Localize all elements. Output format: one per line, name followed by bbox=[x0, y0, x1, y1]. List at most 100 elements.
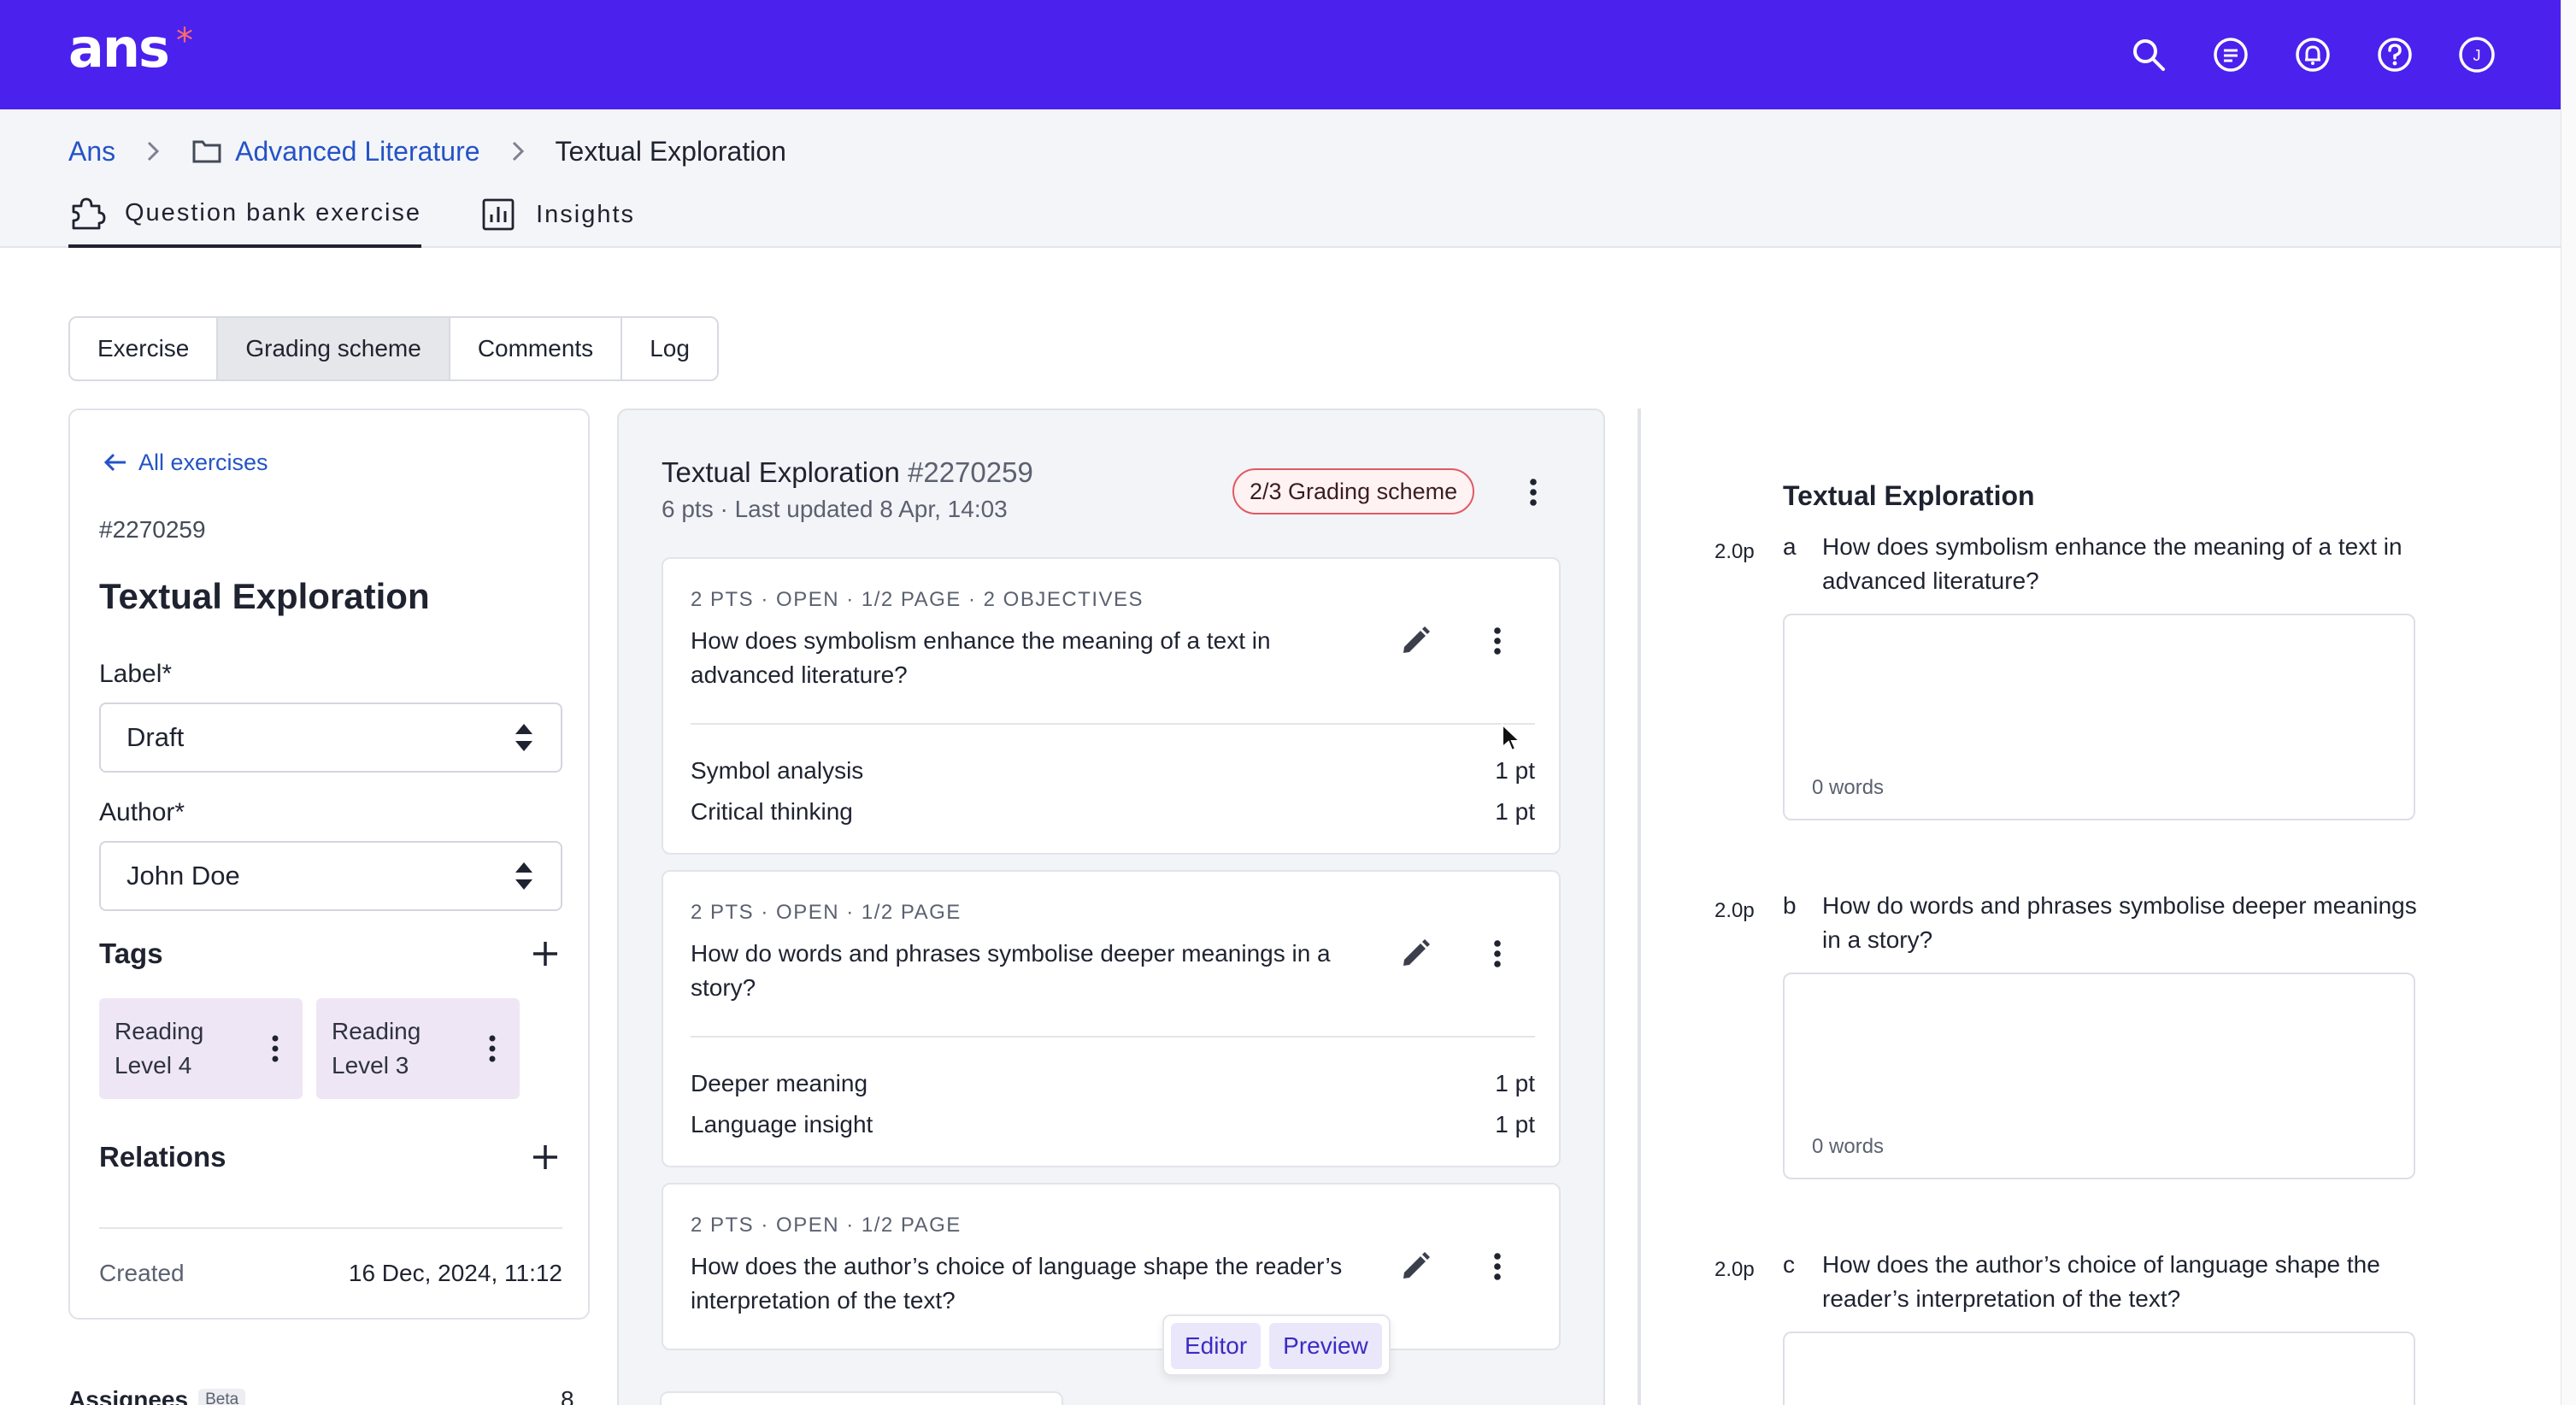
add-tag-plus-icon[interactable] bbox=[528, 937, 562, 971]
preview-question-text: How does symbolism enhance the meaning o… bbox=[1822, 533, 2403, 594]
notifications-icon[interactable] bbox=[2292, 34, 2333, 75]
arrow-left-icon bbox=[101, 448, 138, 477]
preview-question-text: How does the author’s choice of language… bbox=[1822, 1251, 2380, 1312]
objective-points: 1 pt bbox=[1495, 798, 1535, 825]
tab-question-bank-exercise[interactable]: Question bank exercise bbox=[68, 188, 422, 248]
author-select-value: John Doe bbox=[126, 861, 240, 891]
folder-icon bbox=[191, 135, 223, 168]
divider bbox=[691, 1036, 1535, 1038]
tab-exercise[interactable]: Exercise bbox=[70, 318, 219, 379]
bar-chart-icon bbox=[479, 196, 536, 233]
app-logo[interactable]: ans bbox=[68, 22, 170, 75]
answer-textbox[interactable]: 0 words bbox=[1783, 614, 2415, 820]
editor-preview-toggle: Editor Preview bbox=[1162, 1314, 1391, 1376]
preview-button[interactable]: Preview bbox=[1269, 1323, 1382, 1369]
kebab-menu-icon[interactable] bbox=[267, 1030, 284, 1067]
question-text: How does symbolism enhance the meaning o… bbox=[691, 627, 1271, 688]
objective-row: Critical thinking 1 pt bbox=[691, 798, 1535, 826]
objective-row: Symbol analysis 1 pt bbox=[691, 757, 1535, 785]
tab-grading-scheme[interactable]: Grading scheme bbox=[218, 318, 450, 379]
preview-points: 2.0p bbox=[1714, 540, 1755, 563]
question-card[interactable]: 2 PTS · OPEN · 1/2 PAGE · 2 OBJECTIVES H… bbox=[662, 557, 1561, 855]
tab-label: Insights bbox=[536, 200, 636, 228]
tag-label: Reading Level 3 bbox=[332, 1014, 460, 1083]
panel-title-text: Textual Exploration bbox=[662, 456, 900, 488]
kebab-menu-icon[interactable] bbox=[1487, 622, 1508, 660]
objective-points: 1 pt bbox=[1495, 1070, 1535, 1096]
relations-heading: Relations bbox=[99, 1141, 226, 1173]
breadcrumb: Ans Advanced Literature Textual Explorat… bbox=[68, 130, 786, 173]
avatar-initial: J bbox=[2473, 47, 2481, 64]
add-question-card-partial[interactable] bbox=[660, 1391, 1063, 1405]
grading-scheme-badge[interactable]: 2/3 Grading scheme bbox=[1232, 468, 1475, 514]
user-avatar-icon[interactable]: J bbox=[2456, 34, 2497, 75]
question-card[interactable]: 2 PTS · OPEN · 1/2 PAGE How do words and… bbox=[662, 870, 1561, 1167]
tag-chip[interactable]: Reading Level 3 bbox=[316, 998, 520, 1099]
back-to-all-exercises-link[interactable]: All exercises bbox=[101, 448, 268, 477]
divider bbox=[99, 1227, 562, 1229]
kebab-menu-icon[interactable] bbox=[484, 1030, 501, 1067]
pencil-edit-icon[interactable] bbox=[1397, 935, 1434, 973]
beta-badge: Beta bbox=[198, 1389, 246, 1405]
tag-chip[interactable]: Reading Level 4 bbox=[99, 998, 303, 1099]
pencil-edit-icon[interactable] bbox=[1397, 622, 1434, 660]
mouse-cursor-icon bbox=[1501, 723, 1521, 754]
tab-log[interactable]: Log bbox=[622, 318, 717, 379]
question-card[interactable]: 2 PTS · OPEN · 1/2 PAGE How does the aut… bbox=[662, 1183, 1561, 1350]
author-select[interactable]: John Doe bbox=[99, 841, 562, 911]
tags-header: Tags bbox=[99, 937, 562, 971]
question-meta: 2 PTS · OPEN · 1/2 PAGE bbox=[691, 901, 962, 924]
page-scrollbar[interactable] bbox=[2561, 0, 2576, 1405]
breadcrumb-current: Textual Exploration bbox=[555, 135, 786, 167]
answer-textbox[interactable] bbox=[1783, 1332, 2415, 1405]
label-select-value: Draft bbox=[126, 722, 185, 752]
tag-label-line: Reading bbox=[332, 1018, 421, 1044]
label-field-label: Label* bbox=[99, 660, 173, 688]
preview-letter: c bbox=[1783, 1251, 1795, 1278]
answer-textbox[interactable]: 0 words bbox=[1783, 973, 2415, 1179]
help-icon[interactable] bbox=[2374, 34, 2415, 75]
relations-header: Relations bbox=[99, 1140, 562, 1174]
chevron-right-icon bbox=[501, 134, 535, 168]
top-bar: ans * J bbox=[0, 0, 2561, 109]
kebab-menu-icon[interactable] bbox=[1523, 473, 1544, 511]
panel-title: Textual Exploration #2270259 bbox=[662, 456, 1033, 489]
preview-points: 2.0p bbox=[1714, 1258, 1755, 1281]
label-select[interactable]: Draft bbox=[99, 702, 562, 773]
tab-label: Question bank exercise bbox=[125, 198, 422, 226]
tab-insights[interactable]: Insights bbox=[479, 188, 635, 248]
tag-label-line: Reading bbox=[115, 1018, 204, 1044]
add-relation-plus-icon[interactable] bbox=[528, 1140, 562, 1174]
preview-points: 2.0p bbox=[1714, 899, 1755, 922]
objective-row: Language insight 1 pt bbox=[691, 1111, 1535, 1138]
objective-points: 1 pt bbox=[1495, 757, 1535, 784]
breadcrumb-root[interactable]: Ans bbox=[68, 136, 115, 168]
sort-arrows-icon bbox=[513, 720, 535, 755]
tab-comments[interactable]: Comments bbox=[450, 318, 623, 379]
grading-scheme-panel: Textual Exploration #2270259 6 pts · Las… bbox=[617, 409, 1605, 1405]
kebab-menu-icon[interactable] bbox=[1487, 935, 1508, 973]
editor-button[interactable]: Editor bbox=[1171, 1323, 1262, 1369]
question-text: How does the author’s choice of language… bbox=[691, 1253, 1343, 1314]
question-text: How do words and phrases symbolise deepe… bbox=[691, 940, 1331, 1001]
divider bbox=[691, 723, 1535, 725]
assignees-count: 8 bbox=[561, 1386, 574, 1405]
preview-letter: b bbox=[1783, 892, 1797, 919]
assignees-heading: Assignees Beta bbox=[68, 1386, 246, 1405]
top-icons: J bbox=[2128, 34, 2497, 75]
search-icon[interactable] bbox=[2128, 34, 2169, 75]
preview-question-text: How do words and phrases symbolise deepe… bbox=[1822, 892, 2417, 953]
chevron-right-icon bbox=[136, 134, 170, 168]
exercise-details-card: All exercises #2270259 Textual Explorati… bbox=[68, 409, 590, 1320]
panel-subtitle: 6 pts · Last updated 8 Apr, 14:03 bbox=[662, 496, 1008, 522]
breadcrumb-folder[interactable]: Advanced Literature bbox=[235, 136, 479, 168]
preview-title: Textual Exploration bbox=[1783, 480, 2035, 511]
back-link-label: All exercises bbox=[138, 449, 268, 475]
chat-icon[interactable] bbox=[2210, 34, 2251, 75]
kebab-menu-icon[interactable] bbox=[1487, 1248, 1508, 1285]
page-nav-tabs: Question bank exercise Insights bbox=[68, 188, 693, 248]
panel-divider[interactable] bbox=[1638, 409, 1641, 1405]
pencil-edit-icon[interactable] bbox=[1397, 1248, 1434, 1285]
assignees-label: Assignees bbox=[68, 1386, 189, 1405]
tag-label-line: Level 4 bbox=[115, 1052, 192, 1079]
